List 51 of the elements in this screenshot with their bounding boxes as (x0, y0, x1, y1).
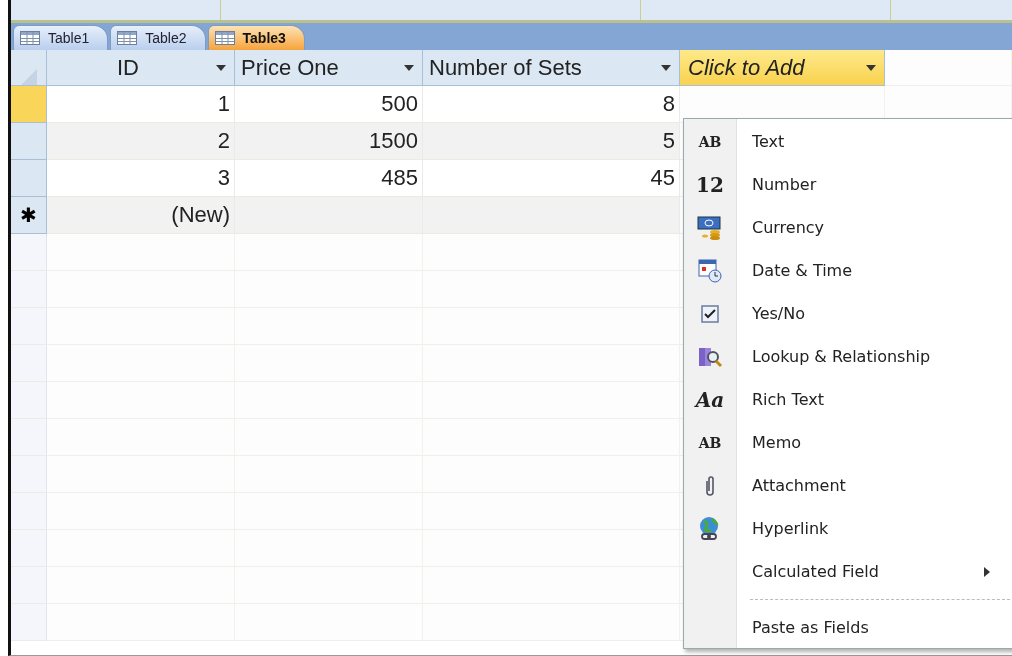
table-cell: 1500 (235, 123, 423, 160)
table-icon (20, 31, 40, 45)
document-tab[interactable]: Table2 (110, 25, 206, 50)
table-cell: 500 (235, 86, 423, 123)
menu-item[interactable]: AB Memo (684, 421, 1012, 464)
menu-item[interactable]: Date & Time (684, 249, 1012, 292)
document-tab[interactable]: Table1 (13, 25, 109, 50)
menu-item[interactable]: AB Text (684, 120, 1012, 163)
table-cell: 1 (47, 86, 235, 123)
column-header[interactable]: Click to Add (680, 50, 885, 86)
dropdown-caret-icon[interactable] (404, 64, 414, 71)
menu-item[interactable]: Yes/No (684, 292, 1012, 335)
type-glyph-icon: 12 (696, 172, 724, 197)
paperclip-icon (704, 474, 716, 497)
column-header[interactable]: Price One (235, 50, 423, 86)
submenu-arrow-icon (984, 566, 990, 577)
record-selector[interactable] (11, 86, 47, 123)
type-glyph-icon: Aa (695, 387, 725, 412)
banknote-coins-icon (697, 215, 723, 240)
record-selector[interactable] (11, 160, 47, 197)
table-cell: (New) (47, 197, 235, 234)
checkbox-icon (701, 304, 719, 323)
table-cell: 485 (235, 160, 423, 197)
dropdown-caret-icon[interactable] (661, 64, 671, 71)
corner-triangle-icon (20, 69, 37, 85)
table-cell: 2 (47, 123, 235, 160)
table-icon (214, 31, 235, 45)
menu-item[interactable]: Currency (684, 206, 1012, 249)
new-record-marker[interactable]: ✱ (11, 197, 47, 234)
document-tab[interactable]: Table3 (207, 25, 305, 50)
select-all-corner[interactable] (11, 50, 47, 86)
table-cell: 8 (423, 86, 680, 123)
calendar-clock-icon (698, 258, 722, 283)
table-cell: 5 (423, 123, 680, 160)
table-icon (117, 31, 138, 45)
dropdown-caret-icon[interactable] (216, 64, 226, 71)
type-glyph-icon: AB (698, 434, 722, 451)
column-header[interactable]: Number of Sets (423, 50, 680, 86)
menu-item[interactable]: Paste as Fields (684, 606, 1012, 649)
column-header[interactable]: ID (47, 50, 235, 86)
table-cell: 3 (47, 160, 235, 197)
type-glyph-icon: AB (698, 133, 722, 150)
menu-item[interactable]: Aa Rich Text (684, 378, 1012, 421)
record-selector[interactable] (11, 123, 47, 160)
menu-item[interactable]: Attachment (684, 464, 1012, 507)
table-cell: 45 (423, 160, 680, 197)
menu-item[interactable]: Hyperlink (684, 507, 1012, 550)
menu-item[interactable]: Calculated Field (684, 550, 1012, 593)
dropdown-caret-icon[interactable] (866, 64, 876, 71)
menu-item[interactable]: 12 Number (684, 163, 1012, 206)
menu-item[interactable]: Lookup & Relationship (684, 335, 1012, 378)
